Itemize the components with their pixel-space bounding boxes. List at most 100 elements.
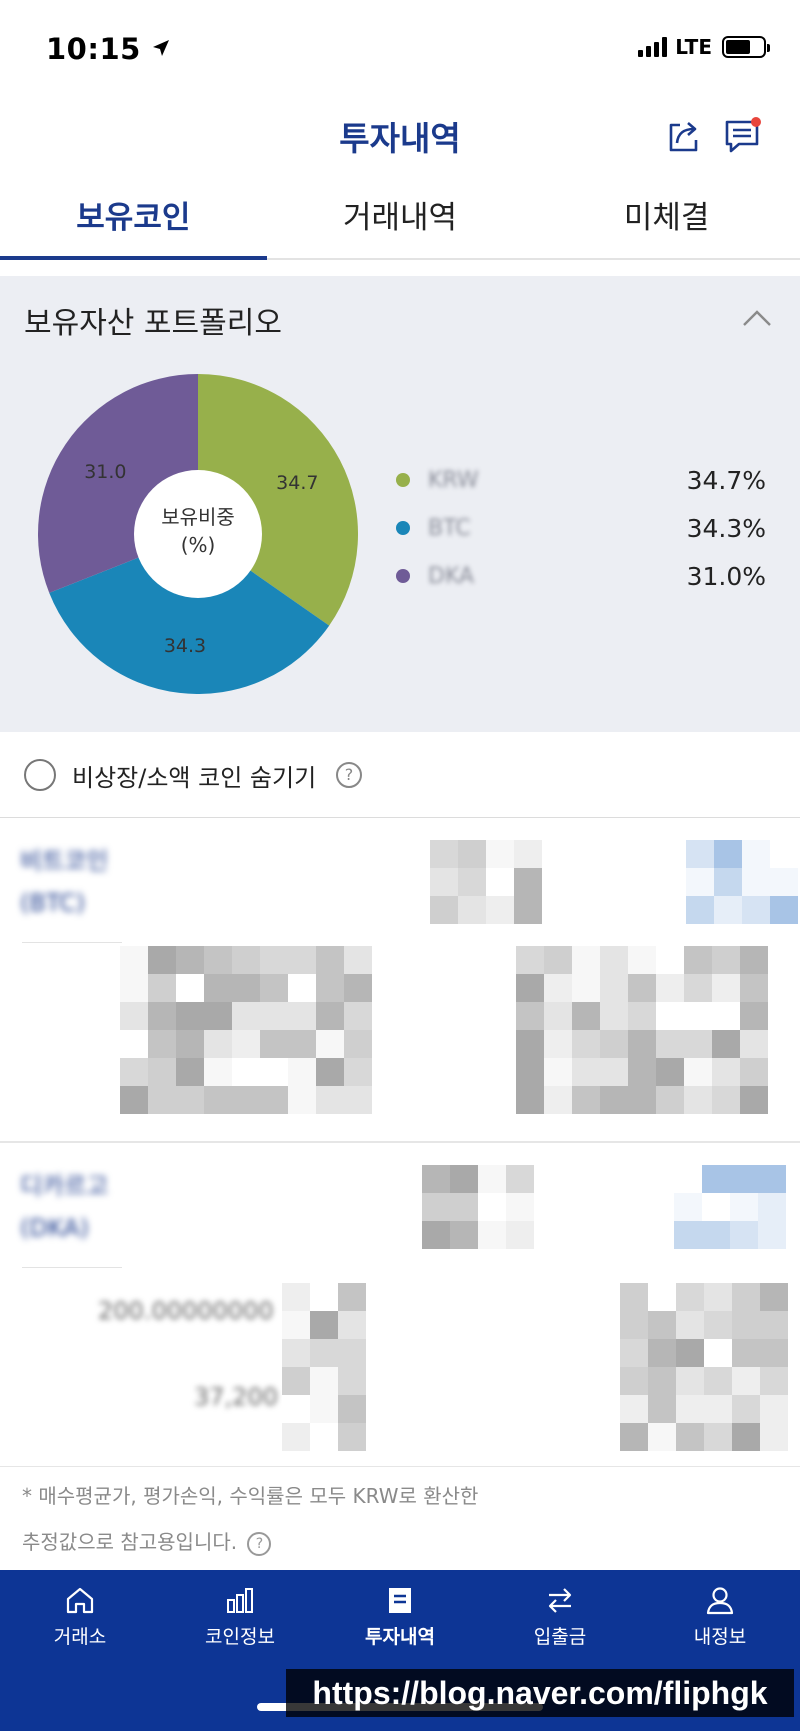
mosaic-cell <box>740 1086 768 1114</box>
mosaic-cell <box>676 1311 704 1339</box>
tab-holdings[interactable]: 보유코인 <box>0 180 267 260</box>
mosaic-cell <box>712 1058 740 1086</box>
nav-investments[interactable]: 투자내역 <box>340 1584 460 1649</box>
mosaic-cell <box>620 1423 648 1451</box>
mosaic-cell <box>730 1221 758 1249</box>
legend-dot-dka <box>396 569 410 583</box>
mosaic-cell <box>260 1030 288 1058</box>
obscured-value <box>120 946 372 1114</box>
footnote-line2-text: 추정값으로 참고용입니다. <box>22 1530 238 1554</box>
mosaic-cell <box>176 1030 204 1058</box>
mosaic-cell <box>572 974 600 1002</box>
mosaic-cell <box>310 1367 338 1395</box>
mosaic-cell <box>478 1165 506 1193</box>
slice-label-dka: 31.0 <box>84 461 126 483</box>
mosaic-cell <box>282 1423 310 1451</box>
coin-card-btc[interactable]: 비트코인 (BTC) <box>0 818 800 1143</box>
mosaic-cell <box>344 1058 372 1086</box>
legend-item-btc: BTC 34.3% <box>396 504 766 552</box>
mosaic-cell <box>514 896 542 924</box>
mosaic-cell <box>282 1395 310 1423</box>
mosaic-cell <box>676 1367 704 1395</box>
chevron-up-icon[interactable] <box>742 308 772 328</box>
mosaic-cell <box>572 1086 600 1114</box>
mosaic-cell <box>704 1367 732 1395</box>
mosaic-cell <box>260 946 288 974</box>
mosaic-cell <box>458 896 486 924</box>
mosaic-cell <box>310 1395 338 1423</box>
mosaic-cell <box>740 946 768 974</box>
portfolio-legend: KRW 34.7% BTC 34.3% DKA 31.0% <box>396 456 766 600</box>
mosaic-cell <box>620 1311 648 1339</box>
mosaic-cell <box>714 868 742 896</box>
mosaic-cell <box>120 1002 148 1030</box>
mosaic-cell <box>620 1339 648 1367</box>
footnote-line1: * 매수평균가, 평가손익, 수익률은 모두 KRW로 환산한 <box>22 1484 479 1508</box>
nav-label: 코인정보 <box>205 1626 275 1648</box>
mosaic-cell <box>204 946 232 974</box>
hide-small-coins-radio[interactable] <box>24 759 56 791</box>
mosaic-cell <box>516 1002 544 1030</box>
tab-trade-history[interactable]: 거래내역 <box>267 180 534 258</box>
mosaic-cell <box>450 1165 478 1193</box>
mosaic-cell <box>656 1002 684 1030</box>
mosaic-cell <box>684 1086 712 1114</box>
portfolio-donut-chart: 보유비중 (%) 34.7 34.3 31.0 <box>38 374 358 694</box>
mosaic-cell <box>628 1058 656 1086</box>
mosaic-cell <box>620 1367 648 1395</box>
mosaic-cell <box>740 974 768 1002</box>
mosaic-cell <box>714 896 742 924</box>
mosaic-cell <box>148 1086 176 1114</box>
mosaic-cell <box>714 840 742 868</box>
nav-coin-info[interactable]: 코인정보 <box>180 1584 300 1649</box>
mosaic-cell <box>740 1030 768 1058</box>
mosaic-cell <box>740 1002 768 1030</box>
mosaic-cell <box>430 840 458 868</box>
mosaic-cell <box>516 1030 544 1058</box>
status-bar: 10:15 LTE <box>0 0 800 90</box>
mosaic-cell <box>732 1311 760 1339</box>
nav-deposit-withdraw[interactable]: 입출금 <box>500 1584 620 1649</box>
mosaic-cell <box>674 1221 702 1249</box>
nav-exchange[interactable]: 거래소 <box>20 1584 140 1649</box>
share-icon[interactable] <box>664 116 704 156</box>
tab-open-orders[interactable]: 미체결 <box>533 180 800 258</box>
mosaic-cell <box>758 1221 786 1249</box>
mosaic-cell <box>120 946 148 974</box>
legend-pct-krw: 34.7% <box>686 465 766 495</box>
mosaic-cell <box>600 946 628 974</box>
mosaic-cell <box>506 1165 534 1193</box>
status-indicators: LTE <box>638 34 770 60</box>
mosaic-cell <box>732 1423 760 1451</box>
mosaic-cell <box>544 1086 572 1114</box>
bar-chart-icon <box>227 1588 253 1613</box>
mosaic-cell <box>148 974 176 1002</box>
footnote-help-icon[interactable]: ? <box>247 1531 272 1556</box>
help-icon[interactable]: ? <box>336 762 362 788</box>
coin-card-dka[interactable]: 디카르고 (DKA) 200.00000000 37,200 <box>0 1143 800 1467</box>
mosaic-cell <box>260 1058 288 1086</box>
mosaic-cell <box>344 1002 372 1030</box>
mosaic-cell <box>344 946 372 974</box>
obscured-value <box>686 840 798 924</box>
mosaic-cell <box>176 946 204 974</box>
tab-bar: 보유코인 거래내역 미체결 <box>0 180 800 260</box>
mosaic-cell <box>684 974 712 1002</box>
mosaic-cell <box>628 1030 656 1058</box>
mosaic-cell <box>572 1058 600 1086</box>
nav-my-info[interactable]: 내정보 <box>660 1584 780 1649</box>
mosaic-cell <box>628 946 656 974</box>
mosaic-cell <box>740 1058 768 1086</box>
coin-name-dka: 디카르고 <box>20 1172 109 1200</box>
mosaic-cell <box>676 1395 704 1423</box>
mosaic-cell <box>232 1086 260 1114</box>
mosaic-cell <box>684 1002 712 1030</box>
mosaic-cell <box>732 1283 760 1311</box>
mosaic-cell <box>770 840 798 868</box>
mosaic-cell <box>572 1002 600 1030</box>
mosaic-cell <box>702 1165 730 1193</box>
mosaic-cell <box>648 1367 676 1395</box>
mosaic-cell <box>148 946 176 974</box>
mosaic-cell <box>704 1423 732 1451</box>
hide-small-coins-row[interactable]: 비상장/소액 코인 숨기기 ? <box>0 732 800 818</box>
